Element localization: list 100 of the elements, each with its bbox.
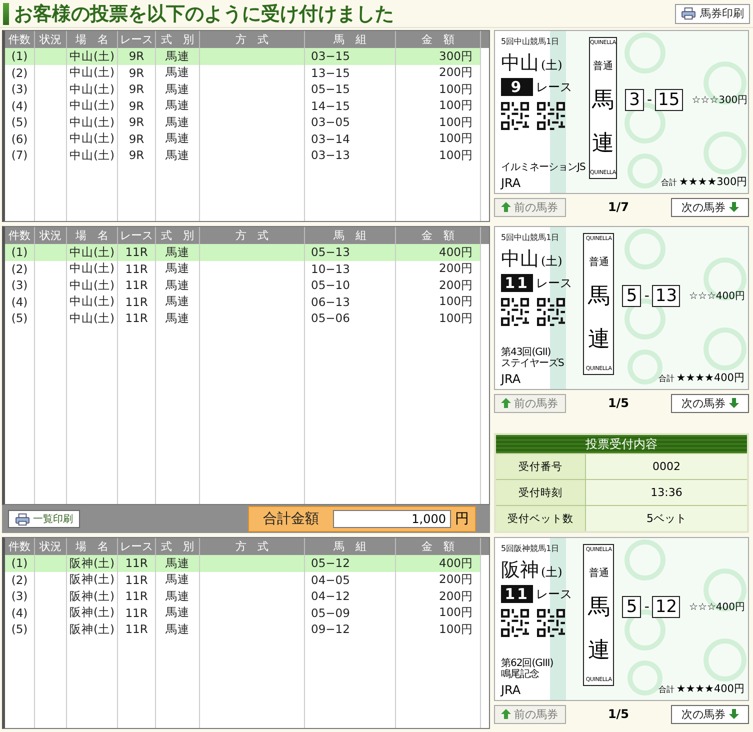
next-ticket-button[interactable]: 次の馬券 bbox=[671, 198, 749, 216]
race-cell: 11R bbox=[118, 621, 156, 638]
separator: - bbox=[644, 288, 650, 304]
bet-type-cell: 馬連 bbox=[156, 81, 200, 98]
race-cell: 9R bbox=[118, 114, 156, 130]
ticket-total: ★★★★400円 bbox=[676, 682, 745, 696]
amount-cell: 400円 bbox=[396, 555, 481, 572]
stake-per-bet: ☆☆☆400円 bbox=[689, 601, 745, 614]
previous-ticket-button[interactable]: 前の馬券 bbox=[494, 394, 566, 412]
combination-cell: 04−05 bbox=[305, 572, 396, 588]
qr-code-icon bbox=[501, 102, 529, 130]
separator: - bbox=[644, 599, 650, 615]
separator: - bbox=[646, 92, 652, 108]
printer-icon bbox=[15, 512, 30, 526]
qr-code-icon bbox=[537, 609, 565, 637]
day-label: (土) bbox=[541, 57, 562, 74]
bet-row[interactable]: (4) 中山(土) 11R 馬連 06−13 100円 bbox=[5, 294, 489, 310]
bet-type-cell: 馬連 bbox=[156, 555, 200, 572]
venue-name: 中山 bbox=[501, 247, 539, 272]
venue-cell: 中山(土) bbox=[67, 277, 118, 294]
bet-row[interactable]: (3) 中山(土) 11R 馬連 05−10 200円 bbox=[5, 277, 489, 294]
bet-row[interactable]: (7) 中山(土) 9R 馬連 03−13 100円 bbox=[5, 147, 489, 164]
total-label: 合計 bbox=[658, 373, 674, 384]
meeting-text: 5回中山競馬1日 bbox=[501, 232, 560, 243]
count-cell: (4) bbox=[5, 604, 35, 621]
count-cell: (1) bbox=[5, 555, 35, 572]
bet-type-char: 馬 bbox=[588, 283, 610, 311]
count-cell: (6) bbox=[5, 130, 35, 147]
bet-type-cell: 馬連 bbox=[156, 572, 200, 588]
bet-row[interactable]: (1) 中山(土) 11R 馬連 05−13 400円 bbox=[5, 244, 489, 260]
bet-row[interactable]: (4) 中山(土) 9R 馬連 14−15 100円 bbox=[5, 98, 489, 114]
count-cell: (2) bbox=[5, 260, 35, 277]
count-cell: (3) bbox=[5, 588, 35, 604]
bet-type-cell: 馬連 bbox=[156, 260, 200, 277]
bet-kind: 普通 bbox=[592, 60, 613, 72]
next-ticket-button[interactable]: 次の馬券 bbox=[671, 704, 749, 724]
bet-row[interactable]: (6) 中山(土) 9R 馬連 03−14 100円 bbox=[5, 130, 489, 147]
venue-cell: 中山(土) bbox=[67, 114, 118, 130]
race-number: 11 bbox=[501, 274, 533, 292]
bet-type-char: 連 bbox=[592, 130, 614, 158]
bet-type-cell: 馬連 bbox=[156, 64, 200, 81]
race-cell: 11R bbox=[118, 260, 156, 277]
venue-cell: 中山(土) bbox=[67, 260, 118, 277]
bet-type-cell: 馬連 bbox=[156, 244, 200, 260]
race-name: 第62回(GIII) bbox=[501, 658, 554, 669]
bet-row[interactable]: (3) 阪神(土) 11R 馬連 04−12 200円 bbox=[5, 588, 489, 604]
bet-row[interactable]: (3) 中山(土) 9R 馬連 05−15 100円 bbox=[5, 81, 489, 98]
count-cell: (5) bbox=[5, 310, 35, 326]
bet-row[interactable]: (2) 中山(土) 11R 馬連 10−13 200円 bbox=[5, 260, 489, 277]
page-indicator: 1/7 bbox=[608, 200, 630, 214]
race-cell: 9R bbox=[118, 64, 156, 81]
bet-row[interactable]: (5) 中山(土) 9R 馬連 03−05 100円 bbox=[5, 114, 489, 130]
currency-label: 円 bbox=[455, 510, 469, 528]
amount-cell: 400円 bbox=[396, 244, 481, 260]
bet-type-cell: 馬連 bbox=[156, 48, 200, 64]
summary-value: 5ベット bbox=[586, 506, 747, 531]
combination-cell: 05−10 bbox=[305, 277, 396, 294]
previous-ticket-button[interactable]: 前の馬券 bbox=[494, 704, 566, 724]
print-list-button[interactable]: 一覧印刷 bbox=[8, 510, 80, 528]
bet-row[interactable]: (4) 阪神(土) 11R 馬連 05−09 100円 bbox=[5, 604, 489, 621]
summary-label: 受付番号 bbox=[496, 454, 586, 479]
down-arrow-icon bbox=[728, 398, 738, 408]
venue-cell: 阪神(土) bbox=[67, 621, 118, 638]
venue-cell: 中山(土) bbox=[67, 147, 118, 164]
horse-number: 5 bbox=[622, 596, 642, 618]
bet-row[interactable]: (1) 中山(土) 9R 馬連 03−15 300円 bbox=[5, 48, 489, 64]
summary-value: 13:36 bbox=[586, 480, 747, 505]
combination-cell: 05−09 bbox=[305, 604, 396, 621]
bet-row[interactable]: (2) 中山(土) 9R 馬連 13−15 200円 bbox=[5, 64, 489, 81]
bet-type-cell: 馬連 bbox=[156, 98, 200, 114]
bet-type-cell: 馬連 bbox=[156, 588, 200, 604]
bet-type-cell: 馬連 bbox=[156, 604, 200, 621]
next-ticket-button[interactable]: 次の馬券 bbox=[671, 394, 749, 412]
venue-cell: 中山(土) bbox=[67, 244, 118, 260]
race-name: 第43回(GII) bbox=[501, 347, 552, 358]
venue-name: 中山 bbox=[501, 51, 539, 76]
count-cell: (4) bbox=[5, 98, 35, 114]
bet-type-cell: 馬連 bbox=[156, 621, 200, 638]
combination-cell: 05−06 bbox=[305, 310, 396, 326]
day-label: (土) bbox=[541, 253, 562, 270]
combination-cell: 05−13 bbox=[305, 244, 396, 260]
combination-cell: 05−12 bbox=[305, 555, 396, 572]
summary-title: 投票受付内容 bbox=[496, 435, 747, 453]
operator-name: JRA bbox=[501, 683, 522, 697]
summary-label: 受付ベット数 bbox=[496, 506, 586, 531]
print-tickets-button[interactable]: 馬券印刷 bbox=[675, 4, 750, 24]
operator-name: JRA bbox=[501, 176, 522, 190]
race-name: 鳴尾記念 bbox=[501, 669, 540, 680]
bet-row[interactable]: (5) 中山(土) 11R 馬連 05−06 100円 bbox=[5, 310, 489, 326]
bet-row[interactable]: (1) 阪神(土) 11R 馬連 05−12 400円 bbox=[5, 555, 489, 572]
venue-cell: 中山(土) bbox=[67, 98, 118, 114]
bet-row[interactable]: (5) 阪神(土) 11R 馬連 09−12 100円 bbox=[5, 621, 489, 638]
race-label: レース bbox=[536, 78, 572, 96]
race-number: 11 bbox=[501, 585, 533, 603]
bet-row[interactable]: (2) 阪神(土) 11R 馬連 04−05 200円 bbox=[5, 572, 489, 588]
race-label: レース bbox=[536, 274, 572, 292]
race-number: 9 bbox=[501, 78, 533, 96]
race-cell: 11R bbox=[118, 604, 156, 621]
previous-ticket-button[interactable]: 前の馬券 bbox=[494, 198, 566, 216]
venue-cell: 中山(土) bbox=[67, 310, 118, 326]
